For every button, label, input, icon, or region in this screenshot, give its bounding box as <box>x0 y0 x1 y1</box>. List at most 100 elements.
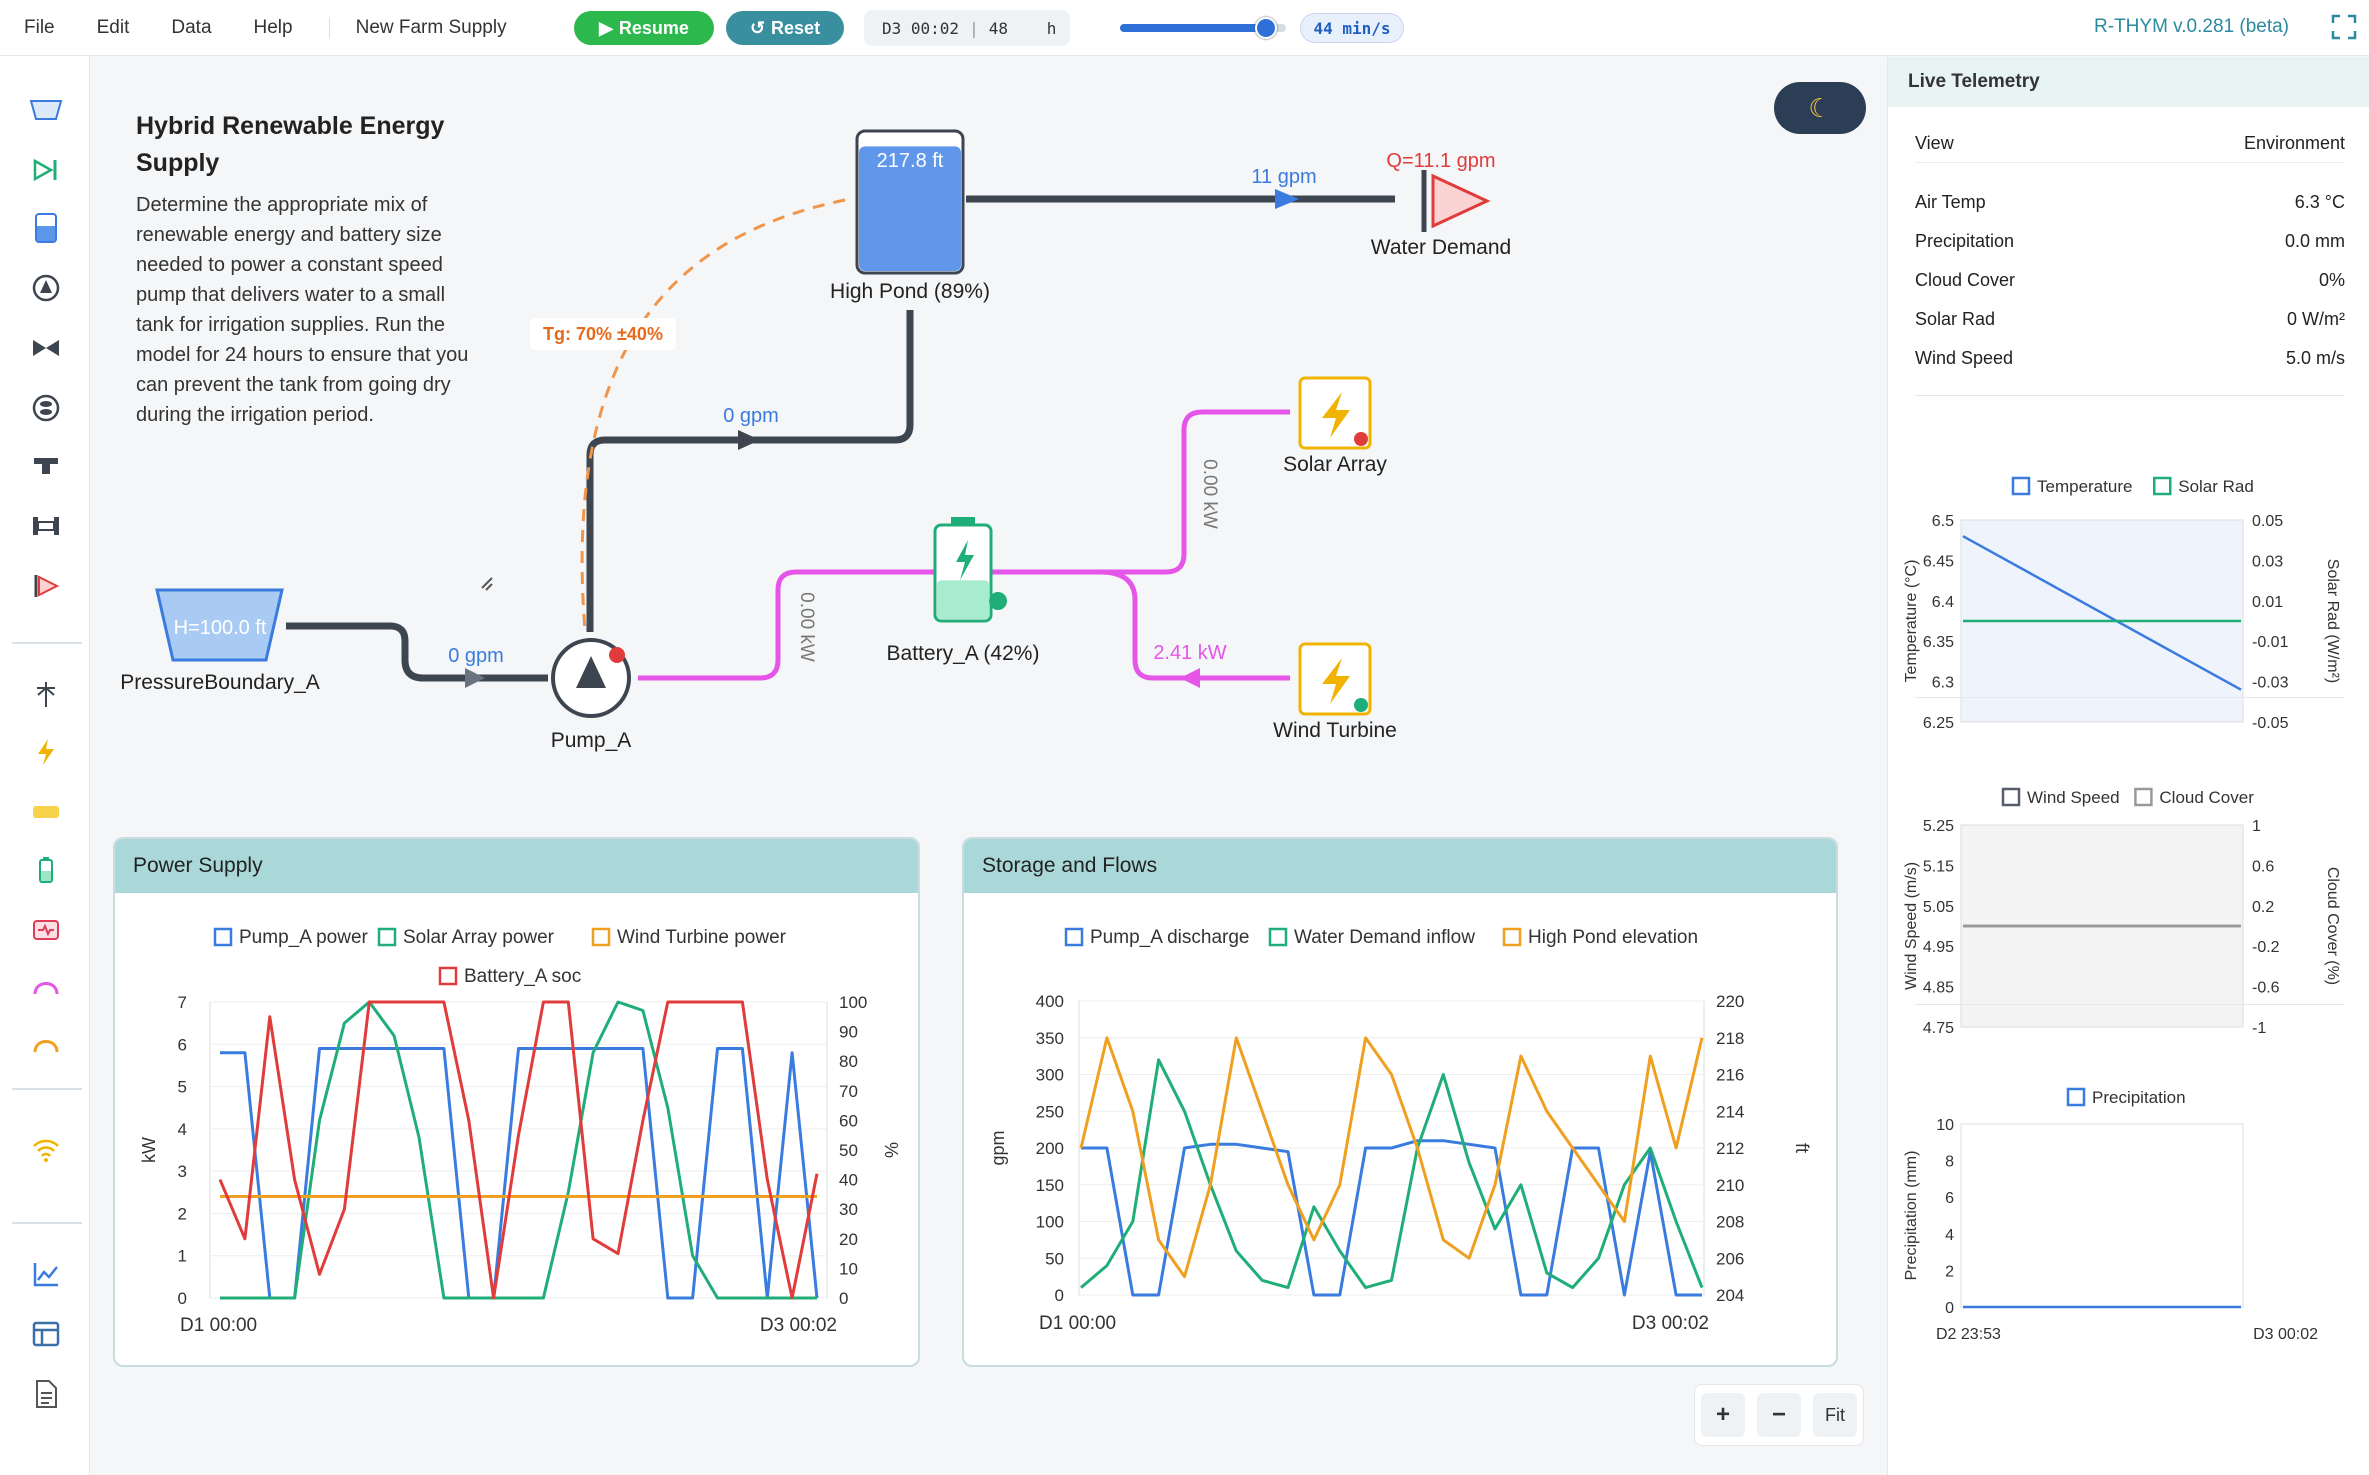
fullscreen-icon[interactable] <box>2331 14 2357 40</box>
power-legend-swatch <box>438 966 458 986</box>
power-source-tool-icon[interactable] <box>28 734 64 770</box>
network-schematic: H=100.0 ft PressureBoundary_A Pump_A 0 g… <box>120 129 1511 752</box>
sim-clock: D3 00:02 | 48 h <box>864 10 1070 46</box>
menu-help[interactable]: Help <box>240 17 307 39</box>
control-line[interactable] <box>580 198 846 631</box>
y-tick-left: 5 <box>178 1078 187 1097</box>
tank-tool-icon[interactable] <box>28 210 64 246</box>
control-line-tool-icon[interactable] <box>28 1028 64 1064</box>
valve-end-tool-icon[interactable] <box>28 152 64 188</box>
dark-mode-toggle[interactable]: ☾ <box>1774 82 1866 134</box>
y-tick-right: 204 <box>1716 1286 1744 1305</box>
telemetry-row: Cloud Cover 0% <box>1915 261 2345 299</box>
menu-edit[interactable]: Edit <box>83 17 144 39</box>
y-tick-right: 206 <box>1716 1249 1744 1268</box>
power-line-solar[interactable] <box>990 409 1290 575</box>
model-name[interactable]: New Farm Supply <box>328 16 507 39</box>
x-tick-start: D1 00:00 <box>1039 1313 1116 1334</box>
chart-icon[interactable] <box>28 1256 64 1292</box>
resume-button[interactable]: ▶ Resume <box>574 11 714 45</box>
battery-node[interactable] <box>933 517 1007 623</box>
reservoir-tool-icon[interactable] <box>28 92 64 128</box>
y-tick-right: 210 <box>1716 1176 1744 1195</box>
y-axis-label-left: kW <box>139 1137 159 1163</box>
pipe-pump-to-pond[interactable] <box>586 310 914 632</box>
toolbar-divider <box>12 1222 82 1224</box>
tel-legend-label: Solar Rad <box>2178 477 2254 496</box>
y-tick-right: 0 <box>839 1289 848 1308</box>
wind-cloud-chart[interactable]: Wind Speed Cloud Cover 5.25 5.15 5.05 4.95 4.8… <box>1888 727 2368 1037</box>
storage-flows-chart[interactable]: Pump_A discharge Water Demand inflow High … <box>964 895 1836 1367</box>
app-version: R-THYM v.0.281 (beta) <box>2094 16 2289 37</box>
pipe-tool-icon[interactable] <box>28 508 64 544</box>
battery-tool-icon[interactable] <box>28 852 64 888</box>
tel-legend-swatch <box>2152 476 2172 496</box>
y-tick-right: 0.05 <box>2252 513 2283 530</box>
junction-tool-icon[interactable] <box>28 448 64 484</box>
telemetry-title: Live Telemetry <box>1888 57 2369 107</box>
menu-data[interactable]: Data <box>157 17 225 39</box>
fit-button[interactable]: Fit <box>1813 1393 1857 1437</box>
load-tool-icon[interactable] <box>28 912 64 948</box>
duration-input[interactable]: 48 <box>989 19 1037 38</box>
demand-flow-label: 11 gpm <box>1251 166 1316 188</box>
pump-tool-icon[interactable] <box>28 270 64 306</box>
wind-turbine-node[interactable] <box>1298 642 1372 716</box>
solar-status-dot <box>1354 432 1368 446</box>
power-legend-swatch <box>377 927 397 947</box>
y-tick-right: 80 <box>839 1052 858 1071</box>
y-tick-left: 6.4 <box>1932 594 1954 611</box>
zoom-in-button[interactable]: + <box>1701 1393 1745 1437</box>
y-tick-left: 6.3 <box>1932 675 1954 692</box>
reset-button[interactable]: ↺ Reset <box>726 11 844 45</box>
y-tick-left: 0 <box>1055 1286 1064 1305</box>
speed-slider-thumb[interactable] <box>1255 17 1278 39</box>
demand-tool-icon[interactable] <box>28 568 64 604</box>
turbine-tool-icon[interactable] <box>28 390 64 426</box>
reset-icon: ↺ <box>749 17 766 38</box>
capacitor-tool-icon[interactable] <box>28 794 64 830</box>
y-tick-left: 4.85 <box>1923 980 1954 997</box>
pipe-inlet[interactable] <box>286 622 548 682</box>
solar-array-label: Solar Array <box>1283 453 1387 476</box>
view-selector[interactable]: View Environment <box>1915 125 2345 163</box>
pump-status-dot <box>609 647 625 663</box>
zoom-out-button[interactable]: − <box>1757 1393 1801 1437</box>
wind-turbine-label: Wind Turbine <box>1273 719 1397 742</box>
moon-icon: ☾ <box>1808 92 1832 123</box>
flow-arrow <box>1275 189 1299 209</box>
telemetry-row: Precipitation 0.0 mm <box>1915 222 2345 260</box>
transmission-tool-icon[interactable] <box>28 676 64 712</box>
y-tick-left: 5.05 <box>1923 899 1954 916</box>
storage-flows-panel[interactable]: Storage and Flows Pump_A discharge Water … <box>962 837 1838 1367</box>
layout-icon[interactable] <box>28 1316 64 1352</box>
high-pond-level: 217.8 ft <box>877 150 944 172</box>
tel-legend-swatch <box>2011 476 2031 496</box>
power-supply-chart[interactable]: Pump_A power Solar Array power Wind Turbin… <box>115 895 918 1367</box>
y-tick-left: 250 <box>1036 1102 1064 1121</box>
y-tick-left: 10 <box>1936 1117 1954 1134</box>
y-axis-label-left: gpm <box>988 1130 1008 1165</box>
water-demand-node[interactable] <box>1421 170 1491 232</box>
precipitation-chart[interactable]: Precipitation 10 8 6 4 2 0 Precipitation (mm) D2… <box>1888 1032 2368 1372</box>
pump-node[interactable] <box>551 638 631 718</box>
y-tick-right: 208 <box>1716 1213 1744 1232</box>
y-tick-left: 8 <box>1945 1154 1954 1171</box>
inlet-flow-label: 0 gpm <box>448 645 504 667</box>
y-tick-right: 50 <box>839 1141 858 1160</box>
power-supply-panel[interactable]: Power Supply Pump_A power Solar Array pow… <box>113 837 920 1367</box>
valve-tool-icon[interactable] <box>28 330 64 366</box>
power-line-tool-icon[interactable] <box>28 970 64 1006</box>
speed-slider[interactable] <box>1120 17 1286 39</box>
row-label: Air Temp <box>1915 191 1986 212</box>
y-axis-label-right: Cloud Cover (%) <box>2324 867 2341 985</box>
live-telemetry-panel: Live Telemetry View Environment Air Temp… <box>1887 57 2369 1475</box>
solar-array-node[interactable] <box>1298 376 1372 450</box>
speed-readout: 44 min/s <box>1300 13 1404 43</box>
document-icon[interactable] <box>28 1376 64 1412</box>
view-value[interactable]: Environment <box>2244 133 2345 154</box>
battery-status-dot <box>989 592 1007 610</box>
wifi-icon[interactable] <box>28 1132 64 1168</box>
menu-file[interactable]: File <box>10 17 69 39</box>
y-tick-right: 0.2 <box>2252 899 2274 916</box>
